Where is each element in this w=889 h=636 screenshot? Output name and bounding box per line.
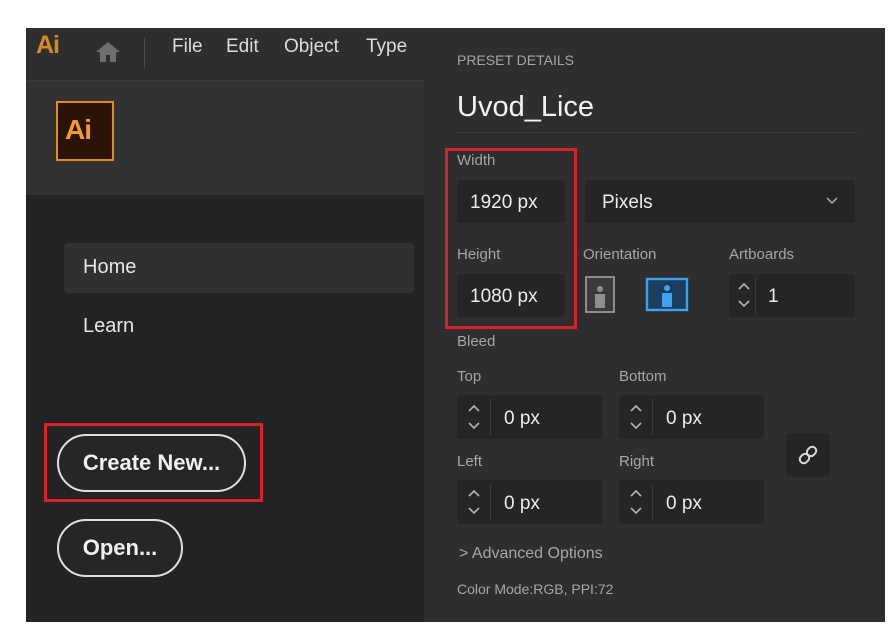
preset-details-panel: PRESET DETAILS Uvod_Lice Width 1920 px P… [424,28,885,622]
spinner-divider [652,484,653,520]
bleed-label: Bleed [457,333,496,350]
menu-separator [144,38,145,68]
units-value: Pixels [602,192,653,213]
new-document-dialog: Ai File Edit Object Type Ai Home Learn C… [26,28,885,622]
link-icon [798,445,818,465]
left-panel: Ai File Edit Object Type Ai Home Learn C… [26,28,424,622]
illustrator-logo: Ai [56,101,114,161]
menu-edit[interactable]: Edit [226,36,259,58]
nav-learn[interactable]: Learn [83,315,134,338]
preset-name[interactable]: Uvod_Lice [457,91,594,124]
bleed-top-value: 0 px [504,408,540,429]
home-icon[interactable] [94,40,122,64]
spinner-divider [755,278,756,314]
height-value: 1080 px [470,286,538,307]
bleed-bottom-label: Bottom [619,368,667,385]
bleed-left-value: 0 px [504,493,540,514]
color-mode-info: Color Mode:RGB, PPI:72 [457,581,614,597]
artboards-label: Artboards [729,246,795,263]
logo-text: Ai [65,114,92,145]
bleed-bottom-value: 0 px [666,408,702,429]
spinner-divider [490,399,491,435]
nav-home-label[interactable]: Home [83,256,136,279]
spinner-icon[interactable] [736,277,752,313]
menu-file[interactable]: File [172,36,203,58]
artboards-value: 1 [768,286,779,307]
spinner-icon[interactable] [466,484,482,520]
open-button[interactable]: Open... [57,519,183,577]
spinner-divider [490,484,491,520]
bleed-top-label: Top [457,368,482,385]
app-mark: Ai [36,31,60,59]
logo-band: Ai [26,81,424,195]
bleed-right-value: 0 px [666,493,702,514]
preset-details-label: PRESET DETAILS [457,52,574,68]
bleed-right-label: Right [619,453,655,470]
spinner-icon[interactable] [628,484,644,520]
menu-bar: Ai File Edit Object Type [26,28,424,81]
spinner-divider [652,399,653,435]
menu-type[interactable]: Type [366,36,407,58]
advanced-options[interactable]: > Advanced Options [459,545,603,563]
height-label: Height [457,246,501,263]
name-underline [457,132,857,133]
orientation-label: Orientation [583,246,657,263]
create-new-button[interactable]: Create New... [57,434,246,492]
spinner-icon[interactable] [466,399,482,435]
width-value: 1920 px [470,192,538,213]
menu-object[interactable]: Object [284,36,339,58]
portrait-icon[interactable] [583,274,617,315]
spinner-icon[interactable] [628,399,644,435]
width-label: Width [457,152,496,169]
bleed-left-label: Left [457,453,483,470]
chevron-down-icon [826,197,838,205]
landscape-icon[interactable] [644,274,690,315]
